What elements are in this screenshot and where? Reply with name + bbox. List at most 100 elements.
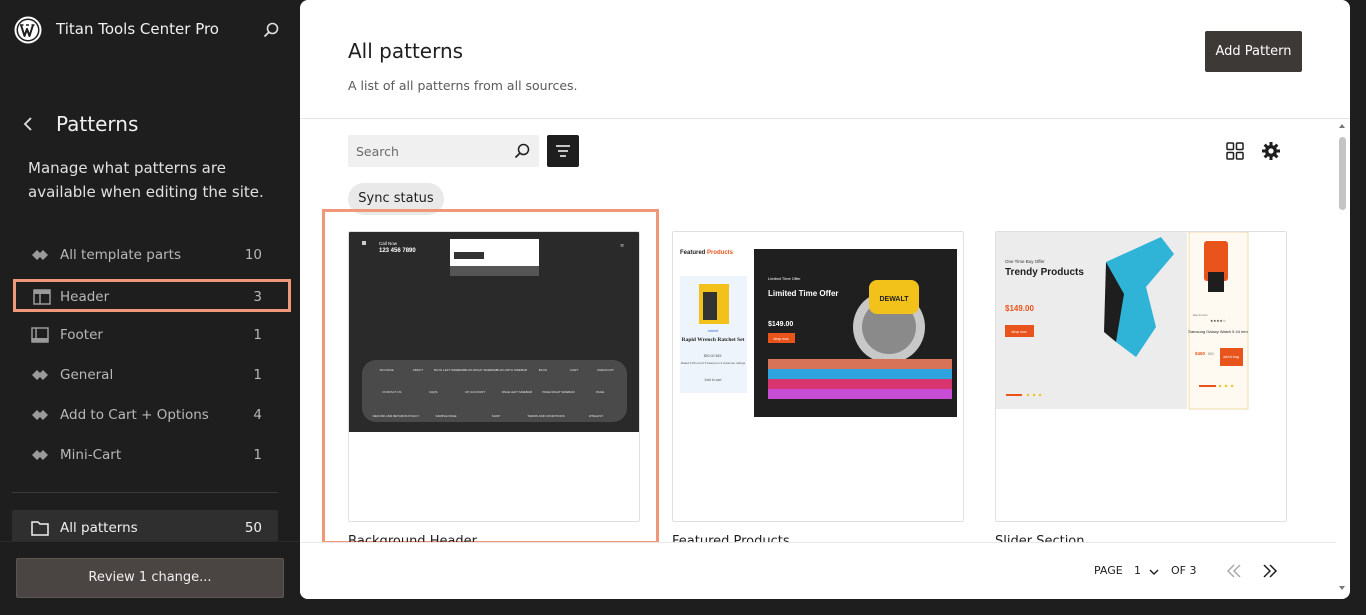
pattern-card-featured-products[interactable]: Featured Products ratchet Rapid Wrench R… (672, 231, 964, 522)
folder-icon (31, 521, 49, 536)
preview-nav-item: BLOG (539, 368, 548, 372)
pattern-card-background-header[interactable]: Call Now 123 456 7890 404 PAGE ABOUT BLOG … (348, 231, 640, 522)
preview-promo-price: $149.00 (768, 321, 793, 328)
preview-new-price: $45. (715, 354, 722, 358)
preview-kicker: One Time Buy Offer (1005, 259, 1045, 264)
preview-nav-item: WISHLIST (589, 414, 603, 418)
sidebar-item-all-template-parts[interactable]: All template parts 10 (16, 239, 284, 271)
sidebar-item-label: All patterns (60, 520, 138, 536)
pattern-preview: Featured Products ratchet Rapid Wrench R… (673, 232, 963, 521)
pattern-preview: One Time Buy Offer Trendy Products $149.… (996, 232, 1286, 521)
section-title: Patterns (56, 112, 139, 136)
review-changes-button[interactable]: Review 1 change... (16, 558, 284, 598)
sidebar-item-label: General (60, 367, 114, 383)
sidebar-item-mini-cart[interactable]: Mini-Cart 1 (16, 439, 284, 471)
preview-side-old: $50 (1208, 352, 1214, 356)
preview-call-label: Call Now (379, 241, 398, 246)
preview-nav-item: SAMPLE PAGE (435, 414, 456, 418)
search-icon[interactable] (262, 21, 280, 39)
pattern-card-slider-section[interactable]: One Time Buy Offer Trendy Products $149.… (995, 231, 1287, 522)
preview-side-btn: add to bag (1223, 355, 1239, 359)
main-panel: All patterns A list of all patterns from… (300, 0, 1350, 599)
sidebar-item-count: 1 (253, 447, 262, 463)
back-arrow-icon[interactable] (18, 114, 38, 134)
page-title: All patterns (348, 39, 464, 63)
sidebar-item-footer[interactable]: Footer 1 (16, 319, 284, 351)
sidebar: Titan Tools Center Pro Patterns Manage w… (0, 0, 300, 615)
sidebar-item-count: 4 (253, 407, 262, 423)
preview-promo-brand: DEWALT (879, 296, 909, 303)
preview-nav-item: TERMS AND CONDITIONS (527, 414, 564, 418)
preview-nav-item: SHOP (492, 414, 501, 418)
preview-old-price: $50.00 (704, 354, 715, 358)
scrollbar-thumb[interactable] (1339, 137, 1346, 210)
sidebar-item-label: All template parts (60, 247, 181, 263)
sidebar-item-count: 10 (244, 247, 262, 263)
svg-text:Featured Products: Featured Products (680, 250, 734, 256)
preview-btn: shop now (1012, 330, 1027, 334)
footer-icon (31, 327, 49, 343)
wordpress-logo-icon[interactable] (14, 16, 42, 44)
preview-nav-item: REFUND AND RETURNS POLICY (373, 414, 420, 418)
svg-text:$50.00 $45.: $50.00 $45. (704, 354, 723, 358)
page-description: A list of all patterns from all sources. (348, 78, 578, 93)
preview-side-name: Samsung Galaxy Watch 5 44 mm (1188, 329, 1248, 334)
header-icon (33, 289, 51, 305)
filter-button[interactable] (547, 135, 579, 167)
sidebar-item-label: Footer (60, 327, 103, 343)
preview-rating: Rated 4.00 out of 5 based on 4 customer … (681, 361, 746, 365)
first-page-icon[interactable] (1224, 561, 1244, 581)
symbol-icon (32, 250, 48, 260)
preview-nav-item: CART (570, 368, 578, 372)
preview-cta: Add to cart (705, 378, 722, 382)
sidebar-item-add-to-cart-options[interactable]: Add to Cart + Options 4 (16, 399, 284, 431)
preview-side-cat: Electronics (1193, 313, 1208, 317)
symbol-icon (32, 370, 48, 380)
add-pattern-button[interactable]: Add Pattern (1205, 31, 1302, 72)
preview-nav-item: FAQS (429, 390, 437, 394)
preview-nav-item: ABOUT (413, 368, 424, 372)
chevron-down-icon[interactable] (1148, 566, 1160, 578)
symbol-icon (32, 450, 48, 460)
site-name[interactable]: Titan Tools Center Pro (56, 20, 219, 38)
sidebar-item-count: 50 (244, 520, 262, 536)
preview-heading-b: Products (707, 250, 734, 256)
svg-text:≡: ≡ (620, 243, 624, 249)
preview-product-cat: ratchet (708, 329, 719, 333)
preview-nav-item: BLOG LEFT SIDEBAR (434, 368, 465, 372)
symbol-icon (32, 410, 48, 420)
sidebar-item-count: 1 (253, 367, 262, 383)
grid-view-icon[interactable] (1225, 141, 1245, 161)
sidebar-item-label: Header (60, 289, 110, 305)
last-page-icon[interactable] (1260, 561, 1280, 581)
site-header: Titan Tools Center Pro (0, 0, 300, 60)
page-select[interactable]: 1 (1134, 564, 1141, 577)
preview-side-price: $450 (1195, 351, 1206, 356)
search-input[interactable] (348, 135, 508, 167)
svg-text:★★★★☆: ★★★★☆ (1210, 319, 1226, 323)
preview-promo-label: Limited Time Offer (768, 276, 801, 281)
preview-promo-btn: shop now (774, 337, 789, 341)
sidebar-item-label: Mini-Cart (60, 447, 122, 463)
page-label: PAGE (1094, 564, 1123, 577)
sidebar-item-count: 3 (253, 289, 262, 305)
preview-phone: 123 456 7890 (379, 248, 416, 254)
preview-nav-item: PAGE LEFT SIDEBAR (502, 390, 533, 394)
preview-nav-item: PAGE RIGHT SIDEBAR (542, 390, 575, 394)
search-icon (514, 143, 530, 159)
preview-title: Trendy Products (1005, 267, 1084, 278)
preview-nav-item: PAGE (596, 390, 604, 394)
preview-nav-item: CONTACT US (382, 390, 401, 394)
preview-nav-item: BLOG RIGHT SIDEBAR (464, 368, 497, 372)
preview-heading-a: Featured (680, 250, 706, 256)
sidebar-item-general[interactable]: General 1 (16, 359, 284, 391)
search-field[interactable] (348, 135, 539, 167)
preview-promo-title: Limited Time Offer (768, 289, 839, 298)
preview-nav-item: BLOG WITH SIDEBAR (496, 368, 528, 372)
gear-icon[interactable] (1260, 140, 1282, 162)
preview-product-name: Rapid Wrench Ratchet Set (682, 337, 745, 343)
preview-nav-item: 404 PAGE (380, 368, 394, 372)
page-total: OF 3 (1171, 564, 1197, 577)
sidebar-item-header[interactable]: Header 3 (13, 279, 291, 312)
pattern-preview: Call Now 123 456 7890 404 PAGE ABOUT BLOG … (349, 232, 639, 432)
